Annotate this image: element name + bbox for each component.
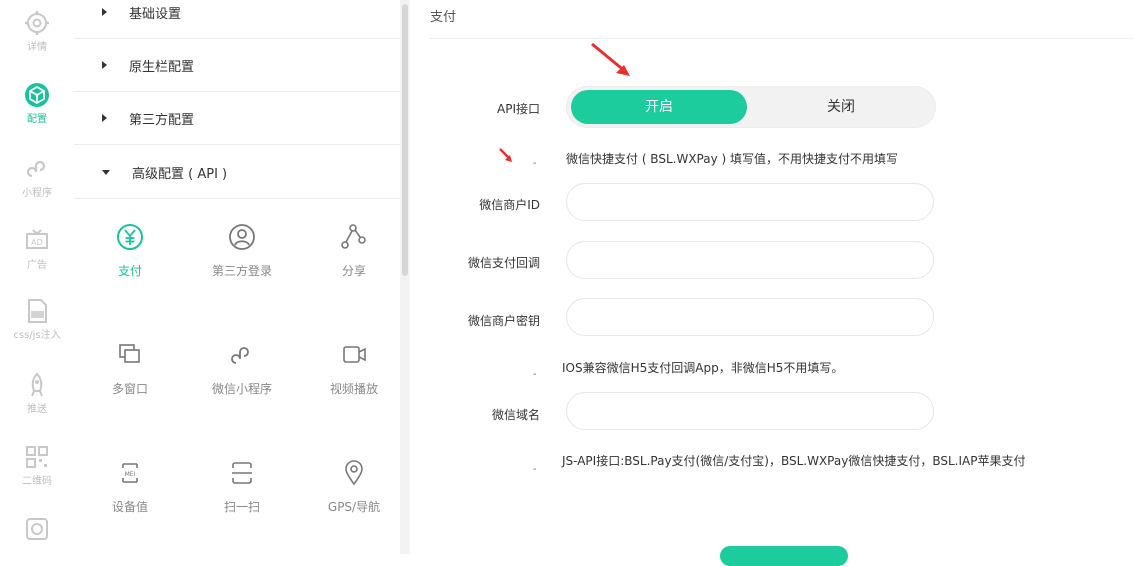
payment-settings-panel: 支付 API接口 开启 关闭 - 微信快捷支付 ( BSL.WXPay ) 填写…: [410, 0, 1134, 566]
rail-item-config[interactable]: 配置: [0, 82, 74, 125]
rail-item-ad[interactable]: AD 广告: [0, 228, 74, 271]
merchant-id-label: 微信商户ID: [479, 198, 540, 212]
scrollbar-thumb[interactable]: [402, 4, 408, 276]
grid-item-wechat-mini-program[interactable]: 微信小程序: [192, 340, 292, 397]
grid-item-label: 支付: [117, 264, 142, 278]
video-icon: [343, 346, 366, 363]
mini-program-icon: [231, 347, 249, 364]
menu-item-label: 原生栏配置: [129, 59, 195, 75]
caret-right-icon: [102, 8, 107, 16]
rail-label: css/js注入: [13, 330, 61, 341]
menu-scrollbar[interactable]: [400, 0, 410, 554]
rocket-icon: [31, 372, 43, 397]
scan-icon: [232, 462, 252, 484]
api-interface-label: API接口: [497, 102, 540, 116]
gear-icon: [25, 11, 49, 35]
caret-right-icon: [102, 61, 107, 69]
qrcode-icon: [26, 446, 48, 468]
pay-callback-input[interactable]: [566, 241, 934, 279]
grid-item-device-value[interactable]: MEI 设备值: [80, 458, 180, 515]
toggle-off-button[interactable]: 关闭: [747, 90, 935, 124]
ad-icon: AD: [26, 229, 48, 249]
grid-item-video-play[interactable]: 视频播放: [304, 340, 404, 397]
hint-dash: -: [533, 158, 537, 169]
wechat-domain-label: 微信域名: [491, 408, 540, 422]
grid-item-multi-window[interactable]: 多窗口: [80, 340, 180, 397]
merchant-secret-label: 微信商户密钥: [467, 314, 540, 328]
wechat-domain-input[interactable]: [566, 392, 934, 430]
mini-program-icon: [26, 160, 46, 178]
svg-text:MEI: MEI: [125, 471, 136, 478]
title-divider: [430, 38, 1134, 39]
user-circle-icon: [229, 224, 255, 250]
grid-item-scan[interactable]: 扫一扫: [192, 458, 292, 515]
page-title: 支付: [430, 10, 457, 25]
red-arrow-annotation-icon: [591, 42, 630, 76]
jsapi-hint-text: JS-API接口:BSL.Pay支付(微信/支付宝)，BSL.WXPay微信快捷…: [562, 454, 1026, 468]
menu-item-advanced-api[interactable]: 高级配置 ( API ): [74, 146, 400, 199]
rail-item-push[interactable]: 推送: [0, 372, 74, 415]
menu-item-third-party[interactable]: 第三方配置: [74, 92, 400, 145]
rail-item-details[interactable]: 详情: [0, 10, 74, 53]
location-pin-icon: [345, 460, 363, 486]
rail-item-qrcode[interactable]: 二维码: [0, 444, 74, 487]
menu-item-basic[interactable]: 基础设置: [74, 0, 400, 39]
grid-item-label: 视频播放: [329, 382, 378, 396]
device-icon: MEI: [122, 463, 138, 483]
rail-item-download[interactable]: [0, 516, 74, 544]
svg-text:AD: AD: [31, 238, 43, 247]
icon-rail: 详情 配置 小程序 AD 广告 css/js注入 推送 二维码: [0, 0, 75, 554]
api-feature-grid: 支付 第三方登录 分享 多窗口 微信小程序 视频播放 MEI 设备值 扫一扫 G…: [74, 200, 400, 554]
grid-item-third-party-login[interactable]: 第三方登录: [192, 222, 292, 279]
menu-item-label: 第三方配置: [129, 112, 195, 128]
rail-item-mini-program[interactable]: 小程序: [0, 156, 74, 199]
download-icon: [26, 518, 48, 540]
pay-callback-label: 微信支付回调: [467, 256, 540, 270]
rail-label: 小程序: [22, 188, 52, 199]
wxpay-hint-text: 微信快捷支付 ( BSL.WXPay ) 填写值，不用快捷支付不用填写: [566, 152, 898, 166]
windows-icon: [119, 344, 140, 363]
hint-dash: -: [533, 369, 537, 380]
red-arrow-annotation-icon: [499, 148, 512, 162]
rail-item-css-js[interactable]: css/js注入: [0, 298, 74, 341]
submit-button[interactable]: [720, 546, 848, 566]
merchant-secret-input[interactable]: [566, 298, 934, 336]
rail-label: 详情: [27, 42, 47, 53]
menu-item-native-bar[interactable]: 原生栏配置: [74, 39, 400, 92]
grid-item-label: 设备值: [111, 500, 148, 514]
grid-item-label: 扫一扫: [223, 500, 260, 514]
hint-dash: -: [533, 464, 537, 475]
caret-right-icon: [102, 114, 107, 122]
grid-item-label: 分享: [341, 264, 366, 278]
code-file-icon: [28, 299, 47, 323]
grid-item-label: GPS/导航: [327, 500, 381, 514]
rail-label: 广告: [27, 260, 47, 271]
grid-item-share[interactable]: 分享: [304, 222, 404, 279]
grid-item-label: 多窗口: [111, 382, 148, 396]
merchant-id-input[interactable]: [566, 183, 934, 221]
share-icon: [341, 224, 366, 249]
menu-item-label: 高级配置 ( API ): [132, 166, 228, 182]
api-toggle[interactable]: 开启 关闭: [567, 87, 935, 127]
ios-hint-text: IOS兼容微信H5支付回调App，非微信H5不用填写。: [562, 361, 844, 375]
grid-item-label: 第三方登录: [211, 264, 272, 278]
grid-item-gps-navigation[interactable]: GPS/导航: [304, 458, 404, 515]
yuan-circle-icon: [117, 224, 143, 250]
rail-label: 二维码: [22, 476, 52, 487]
grid-item-label: 微信小程序: [211, 382, 272, 396]
menu-item-label: 基础设置: [129, 6, 182, 22]
toggle-on-button[interactable]: 开启: [571, 90, 747, 124]
rail-label: 推送: [27, 404, 47, 415]
caret-down-icon: [102, 169, 110, 175]
grid-item-payment[interactable]: 支付: [80, 222, 180, 279]
rail-label: 配置: [27, 114, 47, 125]
cube-icon: [25, 83, 49, 107]
